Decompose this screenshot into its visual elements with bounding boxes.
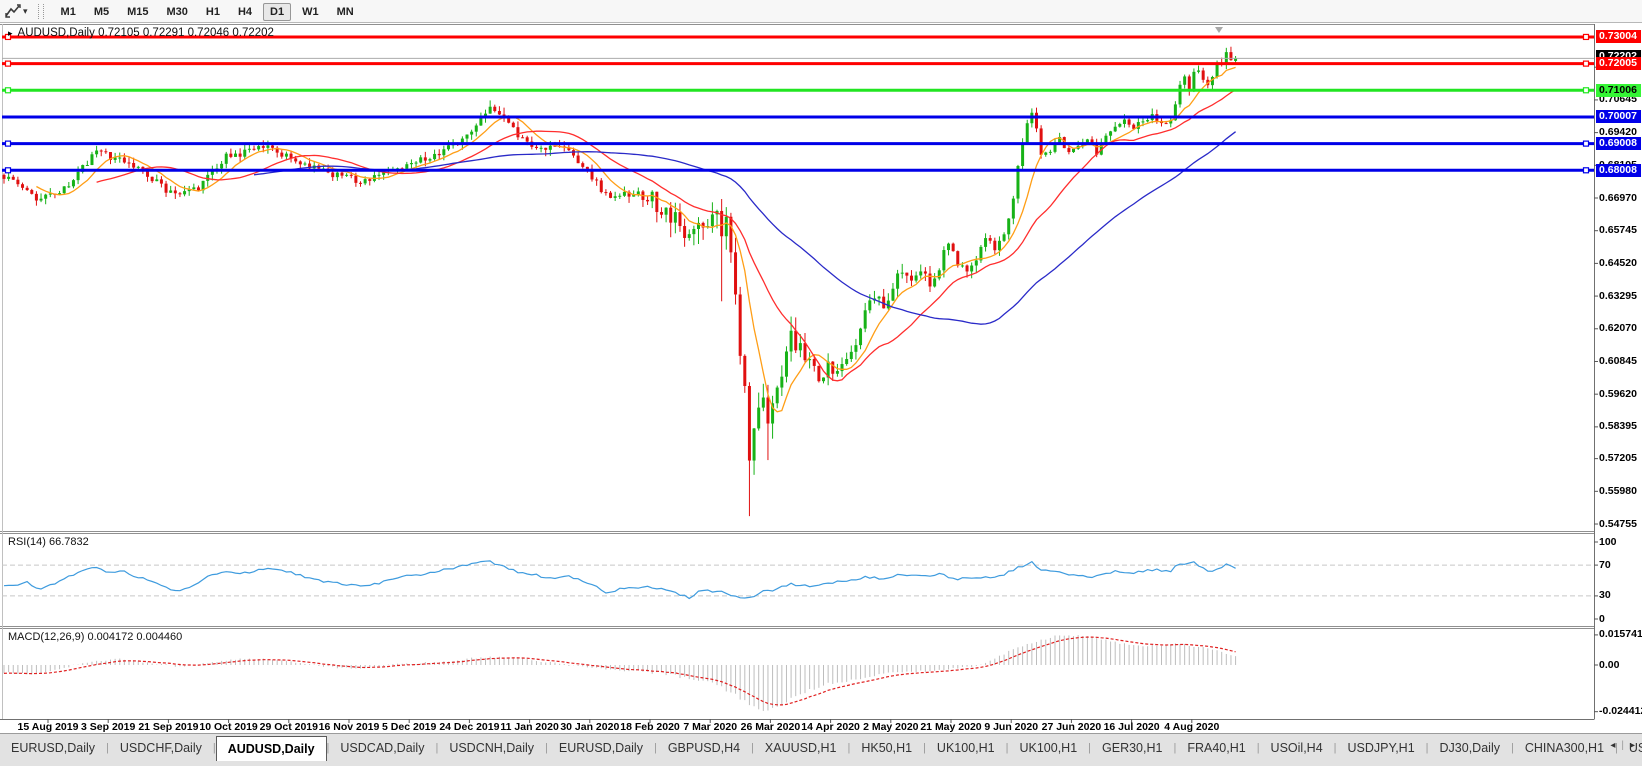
macd-axis-label: -0.024412 bbox=[1596, 705, 1642, 718]
date-axis-label: 26 Mar 2020 bbox=[741, 721, 801, 733]
macd-indicator-label: MACD(12,26,9) 0.004172 0.004460 bbox=[8, 631, 182, 643]
hline-price-label: 0.72005 bbox=[1596, 57, 1641, 70]
tab-usdcad-daily[interactable]: USDCAD,Daily bbox=[329, 736, 435, 761]
date-axis-label: 5 Dec 2019 bbox=[382, 721, 436, 733]
tab-usdcnh-daily[interactable]: USDCNH,Daily bbox=[438, 736, 545, 761]
date-axis-label: 2 May 2020 bbox=[863, 721, 918, 733]
date-axis-label: 16 Jul 2020 bbox=[1104, 721, 1160, 733]
hline-price-label: 0.70007 bbox=[1596, 110, 1641, 123]
price-axis-label: 0.62070 bbox=[1596, 322, 1642, 335]
date-axis-label: 21 Sep 2019 bbox=[138, 721, 198, 733]
rsi-axis-label: 100 bbox=[1596, 536, 1642, 549]
hline-price-label: 0.71006 bbox=[1596, 84, 1641, 97]
rsi-indicator-label: RSI(14) 66.7832 bbox=[8, 536, 89, 548]
tab-scroll-right-icon[interactable]: ▸ bbox=[1630, 740, 1635, 751]
tab-fra40-h1[interactable]: FRA40,H1 bbox=[1176, 736, 1256, 761]
macd-axis-label: 0.015741 bbox=[1596, 628, 1642, 641]
hline-price-label: 0.68008 bbox=[1596, 164, 1641, 177]
date-axis-label: 14 Apr 2020 bbox=[801, 721, 860, 733]
date-axis-label: 27 Jun 2020 bbox=[1042, 721, 1102, 733]
tab-hk50-h1[interactable]: HK50,H1 bbox=[850, 736, 923, 761]
date-axis-label: 16 Nov 2019 bbox=[319, 721, 380, 733]
date-axis-label: 10 Oct 2019 bbox=[199, 721, 257, 733]
chart-title: ▸ AUDUSD,Daily 0.72105 0.72291 0.72046 0.… bbox=[8, 27, 274, 39]
chart-canvas[interactable] bbox=[0, 0, 1642, 766]
hline-price-label: 0.73004 bbox=[1596, 30, 1641, 43]
tab-usoil-h4[interactable]: USOil,H4 bbox=[1260, 736, 1334, 761]
date-axis-label: 4 Aug 2020 bbox=[1164, 721, 1219, 733]
rsi-axis-label: 30 bbox=[1596, 589, 1642, 602]
price-axis-label: 0.59620 bbox=[1596, 388, 1642, 401]
price-axis-label: 0.65745 bbox=[1596, 224, 1642, 237]
date-axis-label: 9 Jun 2020 bbox=[984, 721, 1038, 733]
date-axis-label: 7 Mar 2020 bbox=[683, 721, 737, 733]
chart-tabs: EURUSD,Daily|USDCHF,Daily|AUDUSD,Daily|U… bbox=[0, 734, 1642, 761]
tab-audusd-daily[interactable]: AUDUSD,Daily bbox=[216, 736, 327, 761]
date-axis-label: 3 Sep 2019 bbox=[81, 721, 135, 733]
chart-tabs-bar: EURUSD,Daily|USDCHF,Daily|AUDUSD,Daily|U… bbox=[0, 733, 1642, 766]
date-axis-label: 15 Aug 2019 bbox=[18, 721, 79, 733]
tab-gbpusd-h4[interactable]: GBPUSD,H4 bbox=[657, 736, 751, 761]
tab-xauusd-h1[interactable]: XAUUSD,H1 bbox=[754, 736, 848, 761]
tab-usdchf-daily[interactable]: USDCHF,Daily bbox=[109, 736, 213, 761]
date-axis-label: 18 Feb 2020 bbox=[620, 721, 680, 733]
date-axis[interactable]: 15 Aug 20193 Sep 201921 Sep 201910 Oct 2… bbox=[0, 719, 1594, 733]
price-axis-label: 0.60845 bbox=[1596, 355, 1642, 368]
price-axis-label: 0.57205 bbox=[1596, 452, 1642, 465]
price-axis-label: 0.63295 bbox=[1596, 290, 1642, 303]
chart-symbol-label: AUDUSD,Daily bbox=[18, 27, 95, 39]
rsi-axis-label: 0 bbox=[1596, 613, 1642, 626]
hline-price-label: 0.69008 bbox=[1596, 137, 1641, 150]
date-axis-label: 29 Oct 2019 bbox=[260, 721, 318, 733]
macd-axis-label: 0.00 bbox=[1596, 659, 1642, 672]
tab-scroll-arrows: ◂|▸ bbox=[1607, 740, 1638, 751]
price-axis-label: 0.58395 bbox=[1596, 420, 1642, 433]
tab-eurusd-daily[interactable]: EURUSD,Daily bbox=[548, 736, 654, 761]
price-axis-label: 0.66970 bbox=[1596, 192, 1642, 205]
price-axis[interactable]: 0.718700.706450.694200.681950.669700.657… bbox=[1596, 24, 1642, 719]
tab-dj30-daily[interactable]: DJ30,Daily bbox=[1429, 736, 1511, 761]
tab-china300-h1[interactable]: CHINA300,H1 bbox=[1514, 736, 1615, 761]
date-axis-label: 30 Jan 2020 bbox=[560, 721, 619, 733]
tab-uk100-h1[interactable]: UK100,H1 bbox=[926, 736, 1006, 761]
price-axis-label: 0.64520 bbox=[1596, 257, 1642, 270]
object-marker-icon: ▸ bbox=[8, 28, 13, 38]
chart-ohlc-values: 0.72105 0.72291 0.72046 0.72202 bbox=[98, 27, 274, 39]
trading-terminal-window: ▾ M1M5M15M30H1H4D1W1MN ▸AUDUSD,Daily 0.7… bbox=[0, 0, 1642, 766]
tab-usdjpy-h1[interactable]: USDJPY,H1 bbox=[1337, 736, 1426, 761]
date-axis-label: 24 Dec 2019 bbox=[439, 721, 499, 733]
tab-uk100-h1[interactable]: UK100,H1 bbox=[1008, 736, 1088, 761]
date-axis-label: 21 May 2020 bbox=[920, 721, 981, 733]
price-axis-label: 0.54755 bbox=[1596, 518, 1642, 531]
price-axis-label: 0.55980 bbox=[1596, 485, 1642, 498]
tab-scroll-left-icon[interactable]: ◂ bbox=[1610, 740, 1615, 751]
tab-eurusd-daily[interactable]: EURUSD,Daily bbox=[0, 736, 106, 761]
rsi-axis-label: 70 bbox=[1596, 559, 1642, 572]
date-axis-label: 11 Jan 2020 bbox=[500, 721, 558, 733]
tab-ger30-h1[interactable]: GER30,H1 bbox=[1091, 736, 1173, 761]
